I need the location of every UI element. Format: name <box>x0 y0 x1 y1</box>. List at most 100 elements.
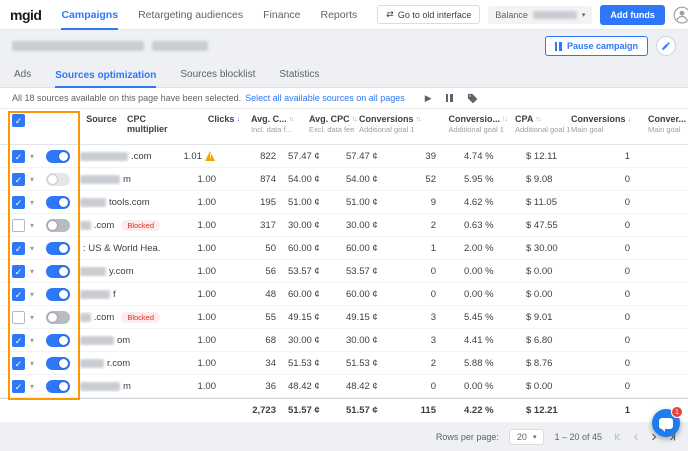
nav-item-retargeting-audiences[interactable]: Retargeting audiences <box>138 0 243 30</box>
row-expander chevron-down-icon[interactable]: ▾ <box>30 290 46 299</box>
row-expander chevron-down-icon[interactable]: ▾ <box>30 382 46 391</box>
row-checkbox[interactable]: ✓ <box>12 380 25 393</box>
clicks-cell: 874 <box>224 174 280 185</box>
conversions-goal1-cell: 52 <box>396 174 452 185</box>
conversion-rate-goal1-cell: 0.00 % <box>452 289 518 300</box>
pause-campaign-button[interactable]: Pause campaign <box>545 36 648 56</box>
column-header-clicks[interactable]: Clicks <box>187 114 243 124</box>
column-header-conversion-rate-goal1[interactable]: Conversio...Additional goal 1 <box>436 114 507 134</box>
row-toggle[interactable] <box>46 357 70 370</box>
row-toggle[interactable] <box>46 219 70 232</box>
row-checkbox[interactable]: ✓ <box>12 150 25 163</box>
cpa-goal1-cell: $ 30.00 <box>518 243 582 254</box>
select-all-checkbox[interactable]: ✓ <box>12 114 25 127</box>
row-toggle[interactable] <box>46 288 70 301</box>
source-name-suffix: r.com <box>107 358 130 369</box>
source-cell: m <box>80 381 160 392</box>
row-toggle[interactable] <box>46 173 70 186</box>
select-all-pages-link[interactable]: Select all available sources on all page… <box>245 93 405 103</box>
row-expander chevron-down-icon[interactable]: ▾ <box>30 221 46 230</box>
add-funds-button[interactable]: Add funds <box>600 5 665 25</box>
avg-cpc-incl-cell: 51.00 ¢ <box>280 197 338 208</box>
row-toggle[interactable] <box>46 265 70 278</box>
cpa-goal1-cell: $ 9.01 <box>518 312 582 323</box>
tab-statistics[interactable]: Statistics <box>279 69 319 87</box>
go-to-old-interface-button[interactable]: ⇄ Go to old interface <box>377 5 480 24</box>
row-checkbox[interactable] <box>12 311 25 324</box>
row-expander chevron-down-icon[interactable]: ▾ <box>30 244 46 253</box>
rows-per-page-select[interactable]: 20 ▾ <box>509 429 545 445</box>
source-name-suffix: : US & World Hea... <box>83 243 160 254</box>
avg-cpc-incl-cell: 60.00 ¢ <box>280 243 338 254</box>
row-expander chevron-down-icon[interactable]: ▾ <box>30 267 46 276</box>
edit-campaign-button[interactable] <box>656 36 676 56</box>
column-header-cpc-multiplier[interactable]: CPC multiplier <box>123 114 187 134</box>
clicks-cell: 36 <box>224 381 280 392</box>
tag-icon[interactable] <box>467 93 478 104</box>
row-expander chevron-down-icon[interactable]: ▾ <box>30 175 46 184</box>
cpa-goal1-cell: $ 6.80 <box>518 335 582 346</box>
row-checkbox[interactable]: ✓ <box>12 242 25 255</box>
row-checkbox[interactable]: ✓ <box>12 173 25 186</box>
column-header-cpa-goal1[interactable]: CPAAdditional goal 1 <box>507 114 571 134</box>
balance-dropdown[interactable]: Balance ▾ <box>488 6 592 24</box>
column-header-conversion-rate-main[interactable]: Conver...Main goal <box>644 114 688 134</box>
cpa-goal1-cell: $ 8.76 <box>518 358 582 369</box>
source-name-redacted <box>80 198 106 207</box>
row-toggle[interactable] <box>46 334 70 347</box>
source-name-suffix: tools.com <box>109 197 150 208</box>
row-toggle[interactable] <box>46 196 70 209</box>
row-checkbox[interactable]: ✓ <box>12 357 25 370</box>
column-header-avg-cpc-excl[interactable]: Avg. CPCExcl. data fee <box>301 114 359 134</box>
column-header-avg-cpc-incl[interactable]: Avg. C...Incl. data f... <box>243 114 301 134</box>
row-checkbox[interactable]: ✓ <box>12 265 25 278</box>
conversions-main-cell: 0 <box>582 312 644 323</box>
avg-cpc-excl-cell: 57.47 ¢ <box>338 151 396 162</box>
cpa-goal1-cell: $ 9.08 <box>518 174 582 185</box>
row-checkbox[interactable]: ✓ <box>12 196 25 209</box>
total-avg-cpc-excl: 51.57 ¢ <box>338 405 396 416</box>
conversions-goal1-cell: 1 <box>396 243 452 254</box>
row-checkbox[interactable]: ✓ <box>12 288 25 301</box>
nav-item-campaigns[interactable]: Campaigns <box>61 0 118 30</box>
first-page-button[interactable] <box>612 431 624 443</box>
row-expander chevron-down-icon[interactable]: ▾ <box>30 359 46 368</box>
table-row: ✓ ▾ .com 1.01 ! 822 57.47 ¢ 57.47 ¢ 39 4… <box>0 145 688 168</box>
conversion-rate-goal1-cell: 5.45 % <box>452 312 518 323</box>
column-header-conversions-main[interactable]: ConversionsMain goal <box>571 114 644 134</box>
column-header-conversions-goal1[interactable]: ConversionsAdditional goal 1 <box>359 114 437 134</box>
cpc-multiplier-cell: 1.00 ! <box>160 312 224 323</box>
pause-sources-icon[interactable] <box>446 94 453 102</box>
column-header-source[interactable]: Source <box>86 114 117 124</box>
row-toggle[interactable] <box>46 242 70 255</box>
row-toggle[interactable] <box>46 380 70 393</box>
nav-item-finance[interactable]: Finance <box>263 0 300 30</box>
row-expander chevron-down-icon[interactable]: ▾ <box>30 152 46 161</box>
avg-cpc-excl-cell: 54.00 ¢ <box>338 174 396 185</box>
tab-ads[interactable]: Ads <box>14 69 31 87</box>
row-expander chevron-down-icon[interactable]: ▾ <box>30 313 46 322</box>
avg-cpc-excl-cell: 51.53 ¢ <box>338 358 396 369</box>
resume-sources-icon[interactable]: ▶ <box>425 94 432 103</box>
row-checkbox[interactable]: ✓ <box>12 334 25 347</box>
chat-widget-button[interactable]: 1 <box>652 409 680 437</box>
conversions-goal1-cell: 0 <box>396 381 452 392</box>
row-expander chevron-down-icon[interactable]: ▾ <box>30 198 46 207</box>
total-conversions-goal1: 115 <box>396 405 452 416</box>
conversion-rate-goal1-cell: 0.63 % <box>452 220 518 231</box>
row-toggle[interactable] <box>46 311 70 324</box>
avg-cpc-excl-cell: 53.57 ¢ <box>338 266 396 277</box>
clicks-cell: 68 <box>224 335 280 346</box>
nav-item-reports[interactable]: Reports <box>321 0 358 30</box>
row-checkbox[interactable] <box>12 219 25 232</box>
tab-sources-blocklist[interactable]: Sources blocklist <box>180 69 255 87</box>
previous-page-button[interactable] <box>630 431 642 443</box>
row-toggle[interactable] <box>46 150 70 163</box>
tab-sources-optimization[interactable]: Sources optimization <box>55 70 156 88</box>
pagination-range: 1 – 20 of 45 <box>554 432 602 442</box>
avg-cpc-incl-cell: 54.00 ¢ <box>280 174 338 185</box>
user-menu[interactable]: ▾ <box>673 6 688 24</box>
pause-icon <box>555 42 562 51</box>
row-expander chevron-down-icon[interactable]: ▾ <box>30 336 46 345</box>
avg-cpc-incl-cell: 30.00 ¢ <box>280 220 338 231</box>
